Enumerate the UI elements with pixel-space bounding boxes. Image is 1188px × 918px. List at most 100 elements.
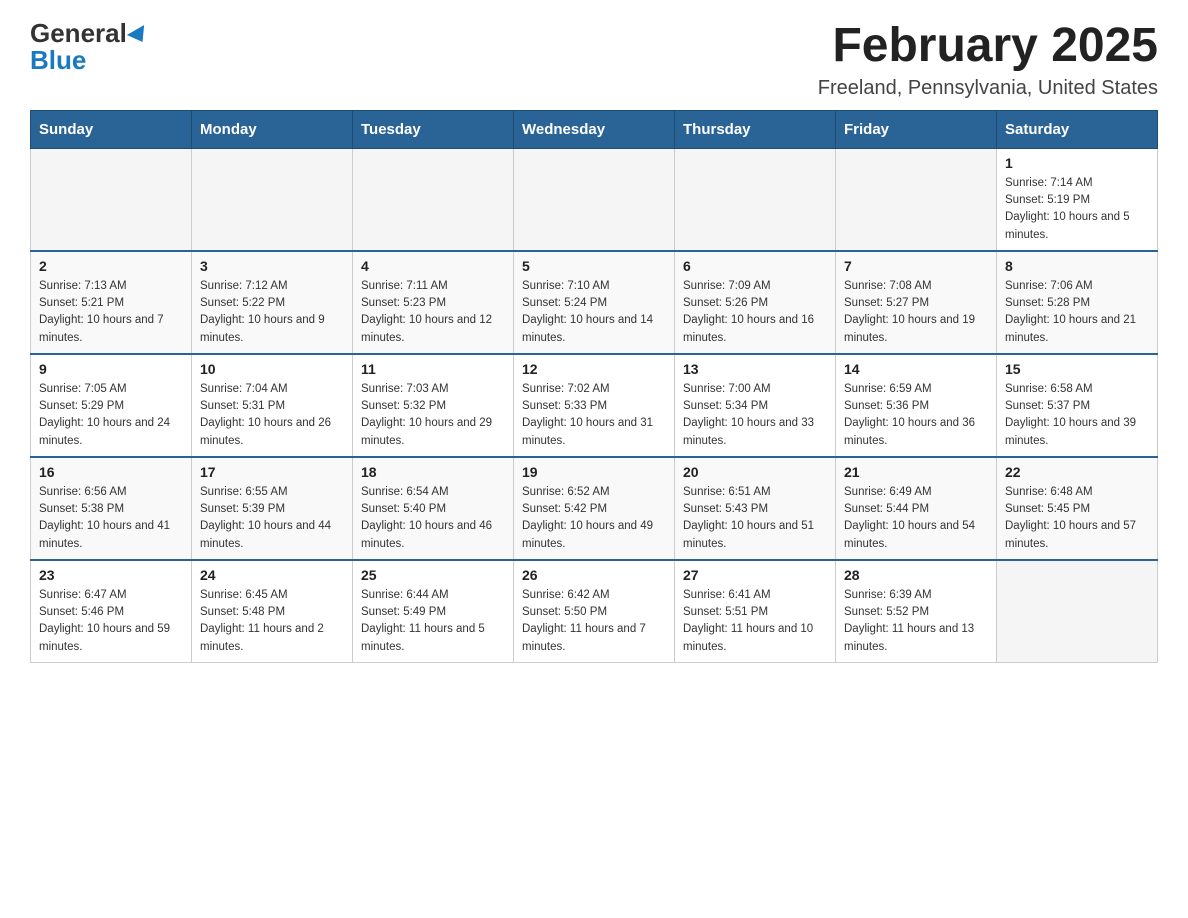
calendar-cell [192,148,353,251]
calendar-cell [31,148,192,251]
calendar-cell: 2 Sunrise: 7:13 AMSunset: 5:21 PMDaylight… [31,251,192,354]
calendar-table: Sunday Monday Tuesday Wednesday Thursday… [30,110,1158,663]
day-info: Sunrise: 6:39 AMSunset: 5:52 PMDaylight:… [844,587,988,656]
day-number: 28 [844,567,988,583]
calendar-cell [514,148,675,251]
day-number: 17 [200,464,344,480]
calendar-cell: 3 Sunrise: 7:12 AMSunset: 5:22 PMDaylight… [192,251,353,354]
calendar-cell: 5Sunrise: 7:10 AMSunset: 5:24 PMDaylight… [514,251,675,354]
calendar-cell: 26 Sunrise: 6:42 AMSunset: 5:50 PMDayligh… [514,560,675,663]
header-sunday: Sunday [31,110,192,148]
day-number: 7 [844,258,988,274]
day-number: 2 [39,258,183,274]
day-number: 23 [39,567,183,583]
title-block: February 2025 Freeland, Pennsylvania, Un… [818,20,1158,100]
calendar-cell: 4Sunrise: 7:11 AMSunset: 5:23 PMDaylight… [353,251,514,354]
calendar-cell: 1 Sunrise: 7:14 AMSunset: 5:19 PMDaylight… [997,148,1158,251]
day-number: 22 [1005,464,1149,480]
calendar-cell: 13 Sunrise: 7:00 AMSunset: 5:34 PMDayligh… [675,354,836,457]
calendar-cell: 12 Sunrise: 7:02 AMSunset: 5:33 PMDayligh… [514,354,675,457]
calendar-cell: 15 Sunrise: 6:58 AMSunset: 5:37 PMDayligh… [997,354,1158,457]
calendar-cell: 14 Sunrise: 6:59 AMSunset: 5:36 PMDayligh… [836,354,997,457]
day-number: 1 [1005,155,1149,171]
header-wednesday: Wednesday [514,110,675,148]
header-thursday: Thursday [675,110,836,148]
calendar-cell: 28 Sunrise: 6:39 AMSunset: 5:52 PMDayligh… [836,560,997,663]
day-number: 24 [200,567,344,583]
day-number: 13 [683,361,827,377]
day-info: Sunrise: 7:05 AMSunset: 5:29 PMDaylight:… [39,381,183,450]
day-number: 12 [522,361,666,377]
day-info: Sunrise: 7:03 AMSunset: 5:32 PMDaylight:… [361,381,505,450]
day-info: Sunrise: 7:09 AMSunset: 5:26 PMDaylight:… [683,278,827,347]
calendar-week-row: 23 Sunrise: 6:47 AMSunset: 5:46 PMDayligh… [31,560,1158,663]
day-info: Sunrise: 6:56 AMSunset: 5:38 PMDaylight:… [39,484,183,553]
calendar-cell: 23 Sunrise: 6:47 AMSunset: 5:46 PMDayligh… [31,560,192,663]
logo: General Blue [30,20,149,74]
calendar-cell: 21Sunrise: 6:49 AMSunset: 5:44 PMDayligh… [836,457,997,560]
logo-triangle-icon [127,25,151,47]
calendar-week-row: 1 Sunrise: 7:14 AMSunset: 5:19 PMDaylight… [31,148,1158,251]
day-info: Sunrise: 6:42 AMSunset: 5:50 PMDaylight:… [522,587,666,656]
calendar-cell: 24Sunrise: 6:45 AMSunset: 5:48 PMDayligh… [192,560,353,663]
day-info: Sunrise: 6:48 AMSunset: 5:45 PMDaylight:… [1005,484,1149,553]
calendar-cell [353,148,514,251]
day-number: 14 [844,361,988,377]
day-number: 21 [844,464,988,480]
header-friday: Friday [836,110,997,148]
calendar-cell [675,148,836,251]
day-number: 26 [522,567,666,583]
calendar-cell: 6 Sunrise: 7:09 AMSunset: 5:26 PMDaylight… [675,251,836,354]
day-number: 15 [1005,361,1149,377]
day-info: Sunrise: 7:10 AMSunset: 5:24 PMDaylight:… [522,278,666,347]
day-number: 3 [200,258,344,274]
calendar-week-row: 2 Sunrise: 7:13 AMSunset: 5:21 PMDaylight… [31,251,1158,354]
calendar-cell: 7 Sunrise: 7:08 AMSunset: 5:27 PMDaylight… [836,251,997,354]
day-number: 16 [39,464,183,480]
day-info: Sunrise: 7:02 AMSunset: 5:33 PMDaylight:… [522,381,666,450]
day-info: Sunrise: 6:54 AMSunset: 5:40 PMDaylight:… [361,484,505,553]
day-number: 18 [361,464,505,480]
day-info: Sunrise: 6:55 AMSunset: 5:39 PMDaylight:… [200,484,344,553]
logo-blue-text: Blue [30,45,86,75]
day-info: Sunrise: 6:44 AMSunset: 5:49 PMDaylight:… [361,587,505,656]
weekday-header-row: Sunday Monday Tuesday Wednesday Thursday… [31,110,1158,148]
calendar-cell: 20Sunrise: 6:51 AMSunset: 5:43 PMDayligh… [675,457,836,560]
calendar-cell: 17 Sunrise: 6:55 AMSunset: 5:39 PMDayligh… [192,457,353,560]
day-number: 10 [200,361,344,377]
day-info: Sunrise: 6:58 AMSunset: 5:37 PMDaylight:… [1005,381,1149,450]
day-number: 19 [522,464,666,480]
day-info: Sunrise: 6:51 AMSunset: 5:43 PMDaylight:… [683,484,827,553]
logo-general-text: General [30,18,127,48]
day-info: Sunrise: 7:14 AMSunset: 5:19 PMDaylight:… [1005,175,1149,244]
day-info: Sunrise: 6:41 AMSunset: 5:51 PMDaylight:… [683,587,827,656]
calendar-cell: 11Sunrise: 7:03 AMSunset: 5:32 PMDayligh… [353,354,514,457]
day-info: Sunrise: 6:47 AMSunset: 5:46 PMDaylight:… [39,587,183,656]
calendar-cell: 22 Sunrise: 6:48 AMSunset: 5:45 PMDayligh… [997,457,1158,560]
day-number: 27 [683,567,827,583]
day-info: Sunrise: 7:08 AMSunset: 5:27 PMDaylight:… [844,278,988,347]
day-info: Sunrise: 7:12 AMSunset: 5:22 PMDaylight:… [200,278,344,347]
calendar-cell: 18 Sunrise: 6:54 AMSunset: 5:40 PMDayligh… [353,457,514,560]
calendar-cell: 9 Sunrise: 7:05 AMSunset: 5:29 PMDaylight… [31,354,192,457]
day-info: Sunrise: 7:06 AMSunset: 5:28 PMDaylight:… [1005,278,1149,347]
day-info: Sunrise: 7:13 AMSunset: 5:21 PMDaylight:… [39,278,183,347]
calendar-cell: 10 Sunrise: 7:04 AMSunset: 5:31 PMDayligh… [192,354,353,457]
day-number: 8 [1005,258,1149,274]
calendar-cell: 19 Sunrise: 6:52 AMSunset: 5:42 PMDayligh… [514,457,675,560]
page-header: General Blue February 2025 Freeland, Pen… [30,20,1158,100]
day-info: Sunrise: 7:04 AMSunset: 5:31 PMDaylight:… [200,381,344,450]
header-tuesday: Tuesday [353,110,514,148]
calendar-cell [997,560,1158,663]
calendar-cell: 25Sunrise: 6:44 AMSunset: 5:49 PMDayligh… [353,560,514,663]
day-info: Sunrise: 6:52 AMSunset: 5:42 PMDaylight:… [522,484,666,553]
day-number: 6 [683,258,827,274]
day-info: Sunrise: 7:00 AMSunset: 5:34 PMDaylight:… [683,381,827,450]
calendar-cell: 27 Sunrise: 6:41 AMSunset: 5:51 PMDayligh… [675,560,836,663]
day-info: Sunrise: 6:59 AMSunset: 5:36 PMDaylight:… [844,381,988,450]
header-monday: Monday [192,110,353,148]
day-info: Sunrise: 7:11 AMSunset: 5:23 PMDaylight:… [361,278,505,347]
calendar-week-row: 9 Sunrise: 7:05 AMSunset: 5:29 PMDaylight… [31,354,1158,457]
day-number: 9 [39,361,183,377]
calendar-week-row: 16 Sunrise: 6:56 AMSunset: 5:38 PMDayligh… [31,457,1158,560]
